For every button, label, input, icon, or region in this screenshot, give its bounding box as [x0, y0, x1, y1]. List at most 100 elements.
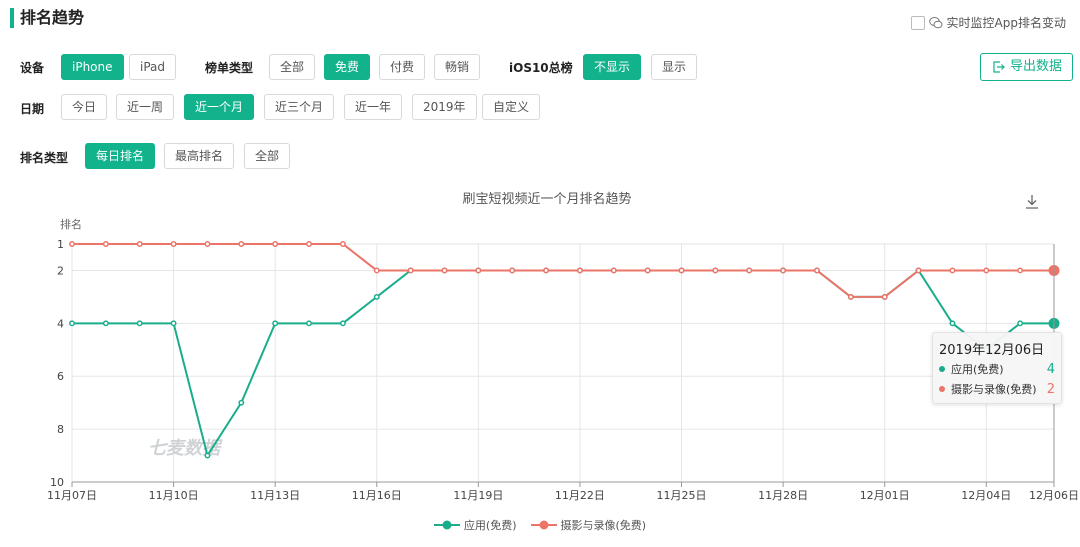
legend-label-category: 摄影与录像(免费) [560, 519, 647, 532]
data-point-category [610, 267, 617, 274]
date-today-button[interactable]: 今日 [61, 94, 108, 120]
list-type-paid-button[interactable]: 付费 [379, 54, 426, 80]
data-point-category [678, 267, 685, 274]
data-point-app [136, 320, 143, 327]
data-point-category [509, 267, 516, 274]
x-tick-label: 11月13日 [250, 489, 300, 502]
page-title: 排名趋势 [10, 8, 84, 28]
rank-daily-button[interactable]: 每日排名 [85, 143, 156, 169]
tooltip-row-category: 摄影与录像(免费) 2 [939, 381, 1055, 397]
x-tick-label: 11月22日 [555, 489, 605, 502]
export-icon [993, 61, 1005, 73]
list-type-grossing-button[interactable]: 畅销 [434, 54, 481, 80]
y-tick-label: 2 [57, 264, 64, 277]
chart-legend: 应用(免费) 摄影与录像(免费) [0, 517, 1080, 533]
monitor-label: 实时监控App排名变动 [946, 16, 1066, 30]
date-custom-button[interactable]: 自定义 [482, 94, 541, 120]
data-point-app [204, 452, 211, 459]
date-three-months-button[interactable]: 近三个月 [264, 94, 335, 120]
chart-tooltip: 2019年12月06日 应用(免费) 4 摄影与录像(免费) 2 [932, 332, 1062, 404]
date-label: 日期 [20, 102, 45, 116]
data-point-app [949, 320, 956, 327]
list-type-label: 榜单类型 [205, 61, 254, 75]
data-point-app [306, 320, 312, 327]
x-tick-label: 11月28日 [758, 489, 808, 502]
tooltip-dot-category [939, 386, 945, 392]
x-tick-label: 12月01日 [860, 489, 910, 502]
list-type-free-button[interactable]: 免费 [324, 54, 371, 80]
wechat-icon [928, 16, 943, 28]
data-point-category [1017, 267, 1024, 274]
data-point-category [136, 241, 143, 247]
monitor-checkbox[interactable] [910, 15, 925, 30]
y-tick-label: 6 [57, 370, 64, 383]
date-month-button[interactable]: 近一个月 [184, 94, 255, 120]
y-tick-label: 4 [57, 317, 64, 330]
x-tick-label: 11月10日 [149, 489, 199, 502]
x-tick-label: 11月19日 [453, 489, 503, 502]
data-point-category [915, 267, 922, 274]
rank-highest-button[interactable]: 最高排名 [164, 143, 235, 169]
date-2019-button[interactable]: 2019年 [412, 94, 477, 120]
data-point-category [306, 241, 312, 247]
tooltip-row-app: 应用(免费) 4 [939, 361, 1055, 377]
tooltip-name-category: 摄影与录像(免费) [951, 383, 1037, 396]
date-week-button[interactable]: 近一周 [116, 94, 175, 120]
data-point-category [272, 241, 279, 247]
data-point-app [170, 320, 177, 327]
device-iphone-button[interactable]: iPhone [61, 54, 124, 80]
legend-marker-category [530, 520, 557, 530]
data-point-category [238, 241, 245, 247]
ios10-hide-button[interactable]: 不显示 [583, 54, 642, 80]
data-point-category [847, 293, 854, 300]
device-ipad-button[interactable]: iPad [129, 54, 177, 80]
data-point-category [576, 267, 583, 274]
data-point-category [644, 267, 651, 274]
legend-item-app[interactable]: 应用(免费) [433, 517, 517, 533]
data-point-category [746, 267, 753, 274]
data-point-category [441, 267, 448, 274]
series-line-app [72, 268, 1054, 459]
data-point-category [780, 267, 787, 274]
tooltip-value-category: 2 [1046, 381, 1055, 397]
data-point-category [170, 241, 177, 247]
ios10-label: iOS10总榜 [509, 61, 573, 75]
legend-item-category[interactable]: 摄影与录像(免费) [530, 517, 647, 533]
data-point-app [272, 320, 279, 327]
rank-chart: 刷宝短视频近一个月排名趋势 排名 七麦数据 124681011月07日 11月10… [47, 191, 1079, 502]
ios10-show-button[interactable]: 显示 [651, 54, 698, 80]
data-point-category [339, 241, 346, 247]
data-point-category [814, 267, 820, 274]
legend-label-app: 应用(免费) [463, 519, 517, 532]
data-point-category [712, 267, 719, 274]
data-point-category [949, 267, 956, 274]
data-point-app [102, 320, 109, 327]
x-tick-label: 12月06日 [1029, 489, 1079, 502]
data-point-category [475, 267, 482, 274]
list-type-all-button[interactable]: 全部 [269, 54, 316, 80]
data-point-category [102, 241, 109, 247]
data-point-app [373, 293, 380, 300]
data-point-app [69, 320, 75, 327]
data-point-category [69, 241, 75, 247]
download-icon[interactable] [1026, 195, 1038, 209]
date-year-button[interactable]: 近一年 [344, 94, 403, 120]
export-button[interactable]: 导出数据 [979, 53, 1073, 81]
chart-title: 刷宝短视频近一个月排名趋势 [462, 191, 631, 207]
device-label: 设备 [20, 61, 45, 75]
y-tick-label: 10 [50, 476, 64, 489]
data-point-category [881, 293, 888, 300]
tooltip-value-app: 4 [1046, 361, 1055, 377]
rank-all-button[interactable]: 全部 [244, 143, 291, 169]
x-tick-label: 12月04日 [961, 489, 1011, 502]
x-tick-label: 11月07日 [47, 489, 97, 502]
tooltip-name-app: 应用(免费) [951, 363, 1004, 376]
data-point-app [238, 399, 245, 406]
legend-marker-app [433, 520, 460, 530]
y-axis-label: 排名 [60, 217, 82, 231]
data-point-app [1017, 320, 1024, 327]
rank-type-label: 排名类型 [20, 151, 69, 165]
monitor-toggle[interactable]: 实时监控App排名变动 [910, 14, 1066, 31]
data-point-category [407, 267, 414, 274]
y-tick-label: 1 [57, 238, 64, 251]
